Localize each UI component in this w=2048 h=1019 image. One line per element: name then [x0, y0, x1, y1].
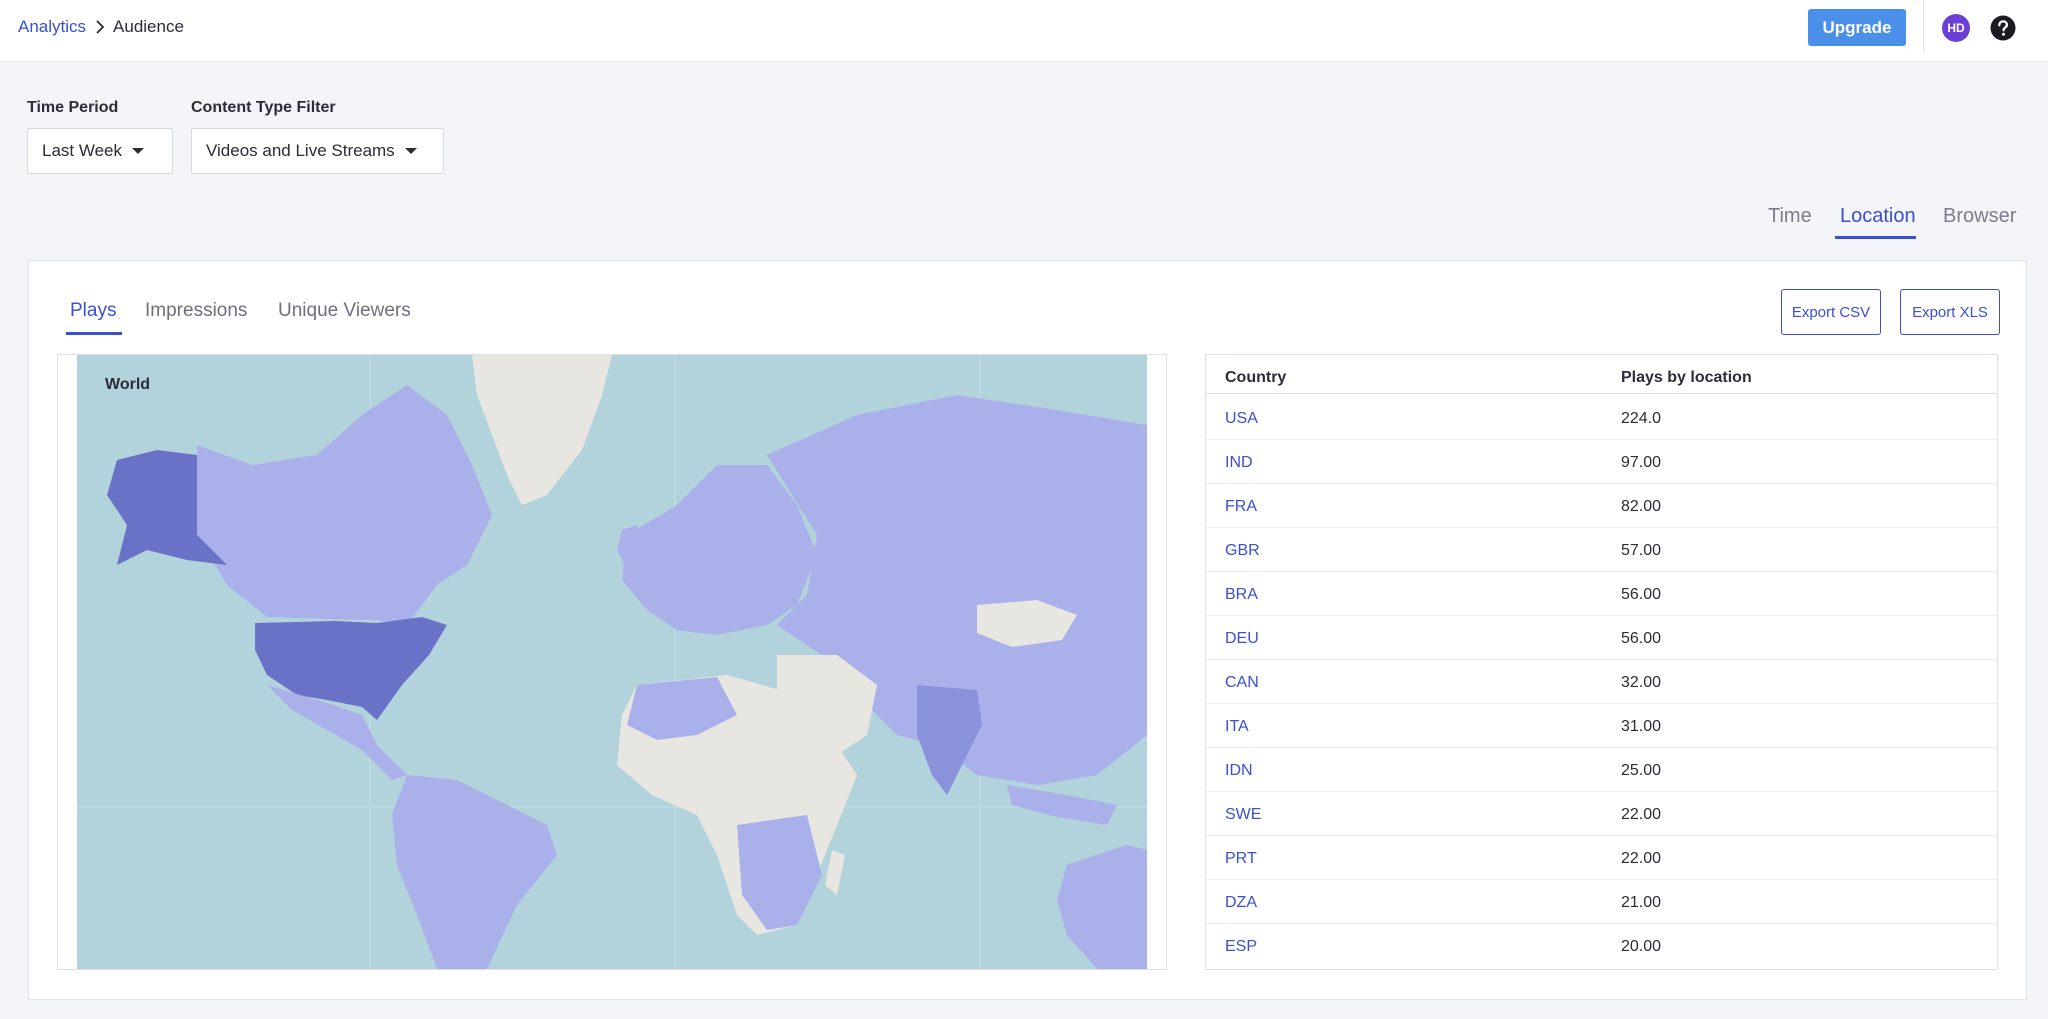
plays-value: 22.00: [1621, 850, 1662, 867]
plays-value: 56.00: [1621, 586, 1662, 603]
tab-unique-viewers[interactable]: Unique Viewers: [278, 300, 411, 322]
header-divider: [1923, 0, 1924, 53]
avatar[interactable]: HD: [1942, 14, 1970, 42]
chevron-right-icon: [96, 20, 105, 34]
tab-location[interactable]: Location: [1840, 205, 1916, 228]
table-row: SWE 22.00: [1206, 792, 1997, 836]
upgrade-button[interactable]: Upgrade: [1808, 9, 1906, 46]
country-link[interactable]: CAN: [1225, 674, 1259, 692]
country-link[interactable]: PRT: [1225, 850, 1257, 868]
plays-value: 25.00: [1621, 762, 1662, 779]
country-link[interactable]: DEU: [1225, 630, 1259, 648]
country-link[interactable]: SWE: [1225, 806, 1261, 824]
country-link[interactable]: ESP: [1225, 938, 1257, 956]
country-link[interactable]: IDN: [1225, 762, 1253, 780]
breadcrumb-current: Audience: [113, 17, 184, 36]
table-header-divider: [1206, 393, 1997, 394]
time-period-dropdown[interactable]: Last Week: [27, 128, 173, 174]
active-tab-indicator: [1835, 236, 1916, 239]
export-xls-button[interactable]: Export XLS: [1900, 289, 2000, 335]
column-header-plays: Plays by location: [1621, 369, 1752, 386]
table-row: USA 224.0: [1206, 396, 1997, 440]
content-type-dropdown[interactable]: Videos and Live Streams: [191, 128, 444, 174]
table-row: IND 97.00: [1206, 440, 1997, 484]
table-row: PRT 22.00: [1206, 836, 1997, 880]
plays-value: 97.00: [1621, 454, 1662, 471]
plays-value: 56.00: [1621, 630, 1662, 647]
caret-down-icon: [132, 148, 145, 154]
table-row: ITA 31.00: [1206, 704, 1997, 748]
table-row: GBR 57.00: [1206, 528, 1997, 572]
world-map[interactable]: [77, 355, 1147, 969]
country-link[interactable]: DZA: [1225, 894, 1257, 912]
table-row: FRA 82.00: [1206, 484, 1997, 528]
country-link[interactable]: FRA: [1225, 498, 1257, 516]
plays-value: 57.00: [1621, 542, 1662, 559]
plays-value: 82.00: [1621, 498, 1662, 515]
table-row: DEU 56.00: [1206, 616, 1997, 660]
help-icon[interactable]: [1990, 15, 2016, 41]
plays-value: 32.00: [1621, 674, 1662, 691]
top-bar: Analytics Audience Upgrade HD: [0, 0, 2048, 62]
active-metric-indicator: [66, 332, 122, 335]
tab-browser[interactable]: Browser: [1943, 205, 2016, 228]
tab-plays[interactable]: Plays: [70, 300, 116, 322]
country-link[interactable]: USA: [1225, 410, 1258, 428]
map-title: World: [105, 376, 151, 393]
breadcrumb: Analytics Audience: [18, 17, 184, 37]
country-link[interactable]: BRA: [1225, 586, 1258, 604]
country-link[interactable]: GBR: [1225, 542, 1260, 560]
time-period-label: Time Period: [27, 99, 119, 116]
tab-time[interactable]: Time: [1768, 205, 1812, 228]
table-row: IDN 25.00: [1206, 748, 1997, 792]
table-row: BRA 56.00: [1206, 572, 1997, 616]
table-row: CAN 32.00: [1206, 660, 1997, 704]
country-link[interactable]: IND: [1225, 454, 1253, 472]
export-csv-button[interactable]: Export CSV: [1781, 289, 1881, 335]
time-period-value: Last Week: [42, 141, 123, 160]
plays-value: 22.00: [1621, 806, 1662, 823]
content-type-label: Content Type Filter: [191, 99, 336, 116]
plays-value: 20.00: [1621, 938, 1662, 955]
plays-value: 31.00: [1621, 718, 1662, 735]
table-row: DZA 21.00: [1206, 880, 1997, 924]
plays-value: 21.00: [1621, 894, 1662, 911]
content-type-value: Videos and Live Streams: [206, 141, 395, 160]
country-link[interactable]: ITA: [1225, 718, 1249, 736]
plays-value: 224.0: [1621, 410, 1662, 427]
table-row: ESP 20.00: [1206, 924, 1997, 968]
breadcrumb-analytics-link[interactable]: Analytics: [18, 17, 86, 37]
column-header-country: Country: [1225, 369, 1287, 386]
caret-down-icon: [404, 148, 417, 154]
tab-impressions[interactable]: Impressions: [145, 300, 247, 322]
